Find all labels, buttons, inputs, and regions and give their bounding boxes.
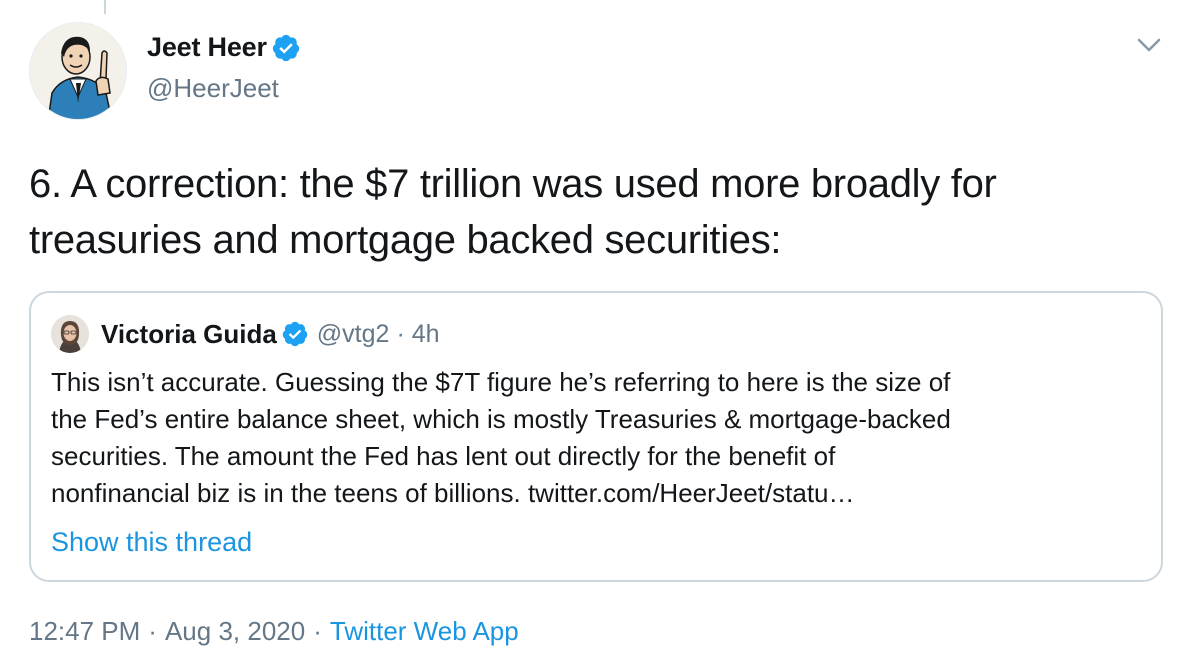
chevron-down-icon[interactable] [1135, 34, 1163, 56]
thread-connector-line [104, 0, 106, 14]
tweet-text: 6. A correction: the $7 trillion was use… [29, 162, 997, 262]
show-thread-link[interactable]: Show this thread [51, 527, 252, 558]
author-name-row: Jeet Heer [147, 30, 301, 64]
verified-badge-icon [282, 321, 308, 347]
tweet-date[interactable]: Aug 3, 2020 [165, 616, 305, 646]
meta-separator: · [313, 616, 322, 646]
meta-separator: · [148, 616, 157, 646]
quoted-separator: · [396, 319, 405, 348]
tweet-metadata: 12:47 PM · Aug 3, 2020 · Twitter Web App [29, 616, 519, 647]
quoted-author-name[interactable]: Victoria Guida [101, 319, 277, 350]
author-handle[interactable]: @HeerJeet [147, 72, 301, 104]
author-name[interactable]: Jeet Heer [147, 30, 267, 64]
quoted-tweet-text: This isn’t accurate. Guessing the $7T fi… [51, 367, 951, 508]
quoted-author-avatar [51, 315, 89, 353]
quoted-timestamp[interactable]: 4h [412, 320, 440, 349]
quoted-tweet-header: Victoria Guida @vtg2 · 4h [51, 315, 440, 353]
tweet-source-link[interactable]: Twitter Web App [330, 616, 519, 646]
tweet-time[interactable]: 12:47 PM [29, 616, 140, 646]
author-avatar[interactable] [29, 22, 127, 120]
quoted-tweet-card[interactable]: Victoria Guida @vtg2 · 4h This isn’t acc… [29, 291, 1163, 582]
author-block: Jeet Heer @HeerJeet [147, 30, 301, 104]
quoted-author-handle[interactable]: @vtg2 [317, 320, 390, 349]
verified-badge-icon [272, 34, 299, 62]
